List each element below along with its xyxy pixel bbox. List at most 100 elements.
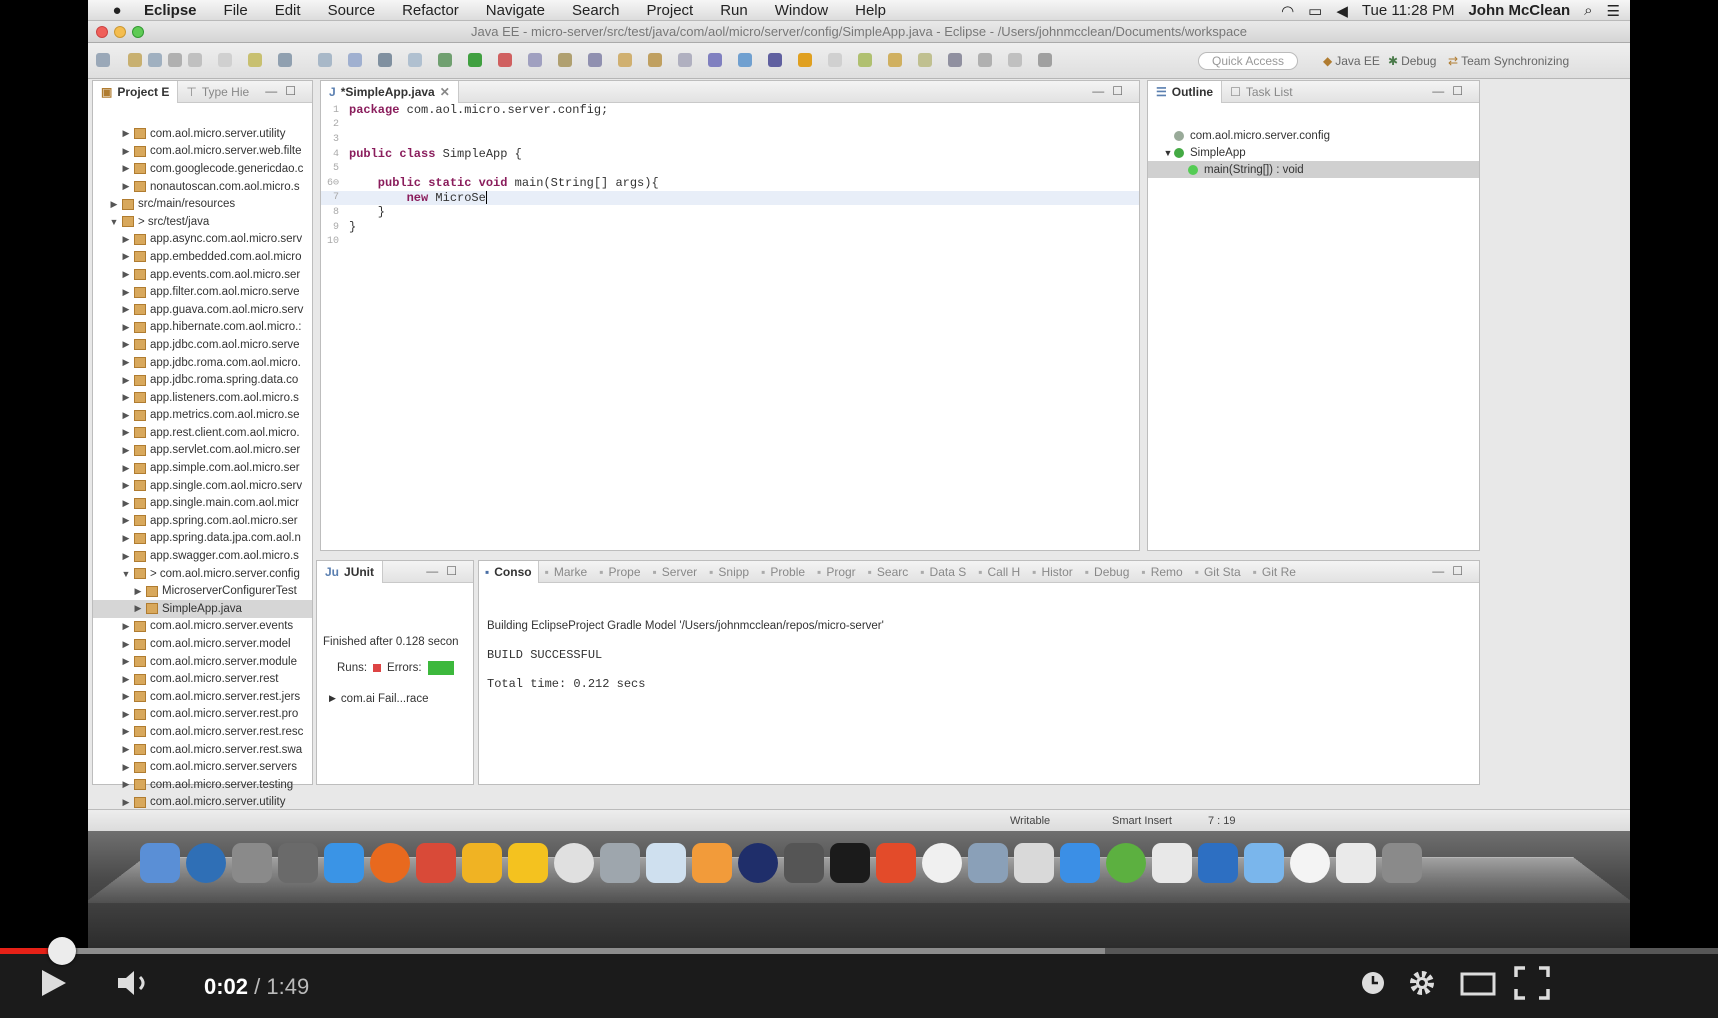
dock-app-icon[interactable]	[232, 843, 272, 883]
code-line[interactable]: 10	[321, 234, 1139, 249]
toolbar-button-icon[interactable]	[218, 53, 232, 67]
expand-arrow-icon[interactable]: ▶	[121, 779, 131, 790]
dock-app-icon[interactable]	[1244, 843, 1284, 883]
tab-view[interactable]: ▪ Call H	[972, 561, 1026, 583]
theater-mode-icon[interactable]	[1460, 972, 1496, 996]
menu-window[interactable]: Window	[775, 2, 828, 19]
dock-app-icon[interactable]	[1152, 843, 1192, 883]
tab-view[interactable]: ▪ Snipp	[703, 561, 755, 583]
tab-junit[interactable]: Ju JUnit	[317, 560, 384, 583]
expand-arrow-icon[interactable]: ▶	[121, 709, 131, 720]
dock-app-icon[interactable]	[1336, 843, 1376, 883]
toolbar-button-icon[interactable]	[828, 53, 842, 67]
watch-later-icon[interactable]	[1360, 970, 1386, 996]
outline-item[interactable]: ▼ SimpleApp	[1148, 144, 1479, 161]
tree-item[interactable]: ▶ app.rest.client.com.aol.micro.	[93, 424, 312, 442]
expand-arrow-icon[interactable]: ▶	[121, 674, 131, 685]
expand-arrow-icon[interactable]: ▶	[121, 726, 131, 737]
minimize-maximize-icon[interactable]: —☐	[1432, 564, 1471, 578]
expand-arrow-icon[interactable]: ▶	[329, 693, 336, 705]
dock-app-icon[interactable]	[140, 843, 180, 883]
tab-view[interactable]: ▪ Conso	[479, 560, 539, 583]
toolbar-button-icon[interactable]	[708, 53, 722, 67]
dock-app-icon[interactable]	[876, 843, 916, 883]
dock-app-icon[interactable]	[508, 843, 548, 883]
toolbar-button-icon[interactable]	[918, 53, 932, 67]
tree-item[interactable]: ▶ app.servlet.com.aol.micro.ser	[93, 442, 312, 460]
perspective-java-ee[interactable]: ◆ Java EE	[1323, 54, 1380, 68]
expand-arrow-icon[interactable]: ▶	[121, 251, 131, 262]
tab-view[interactable]: ▪ Git Sta	[1189, 561, 1247, 583]
expand-arrow-icon[interactable]: ▶	[109, 199, 119, 210]
tab-view[interactable]: ▪ Git Re	[1247, 561, 1302, 583]
tab-type-hierarchy[interactable]: ⊤ Type Hie	[178, 81, 257, 103]
menu-run[interactable]: Run	[720, 2, 748, 19]
expand-arrow-icon[interactable]: ▶	[121, 463, 131, 474]
scrubber-handle[interactable]	[47, 937, 76, 965]
expand-arrow-icon[interactable]: ▶	[121, 128, 131, 139]
dock-app-icon[interactable]	[1382, 843, 1422, 883]
dock-app-icon[interactable]	[738, 843, 778, 883]
toolbar-button-icon[interactable]	[168, 53, 182, 67]
tree-item[interactable]: ▶ app.single.main.com.aol.micr	[93, 494, 312, 512]
menu-navigate[interactable]: Navigate	[486, 2, 545, 19]
notification-center-icon[interactable]: ☰	[1607, 2, 1620, 20]
expand-arrow-icon[interactable]: ▶	[121, 287, 131, 298]
tree-item[interactable]: ▶ com.aol.micro.server.servers	[93, 758, 312, 776]
expand-arrow-icon[interactable]: ▶	[121, 533, 131, 544]
expand-arrow-icon[interactable]: ▶	[121, 357, 131, 368]
tree-item[interactable]: ▶ com.aol.micro.server.web.filte	[93, 143, 312, 161]
code-line[interactable]: 5	[321, 161, 1139, 176]
tree-item[interactable]: ▶ app.single.com.aol.micro.serv	[93, 477, 312, 495]
toolbar-button-icon[interactable]	[648, 53, 662, 67]
spotlight-icon[interactable]: ⌕	[1584, 2, 1592, 19]
expand-arrow-icon[interactable]: ▶	[121, 410, 131, 421]
expand-arrow-icon[interactable]: ▶	[121, 480, 131, 491]
dock-app-icon[interactable]	[1014, 843, 1054, 883]
expand-arrow-icon[interactable]: ▶	[121, 498, 131, 509]
tree-item[interactable]: ▶ app.filter.com.aol.micro.serve	[93, 283, 312, 301]
dock-app-icon[interactable]	[278, 843, 318, 883]
dock-app-icon[interactable]	[186, 843, 226, 883]
toolbar-button-icon[interactable]	[468, 53, 482, 67]
menu-source[interactable]: Source	[328, 2, 376, 19]
toolbar-button-icon[interactable]	[978, 53, 992, 67]
expand-arrow-icon[interactable]: ▶	[121, 762, 131, 773]
menu-help[interactable]: Help	[855, 2, 886, 19]
code-line[interactable]: 4 public class SimpleApp {	[321, 147, 1139, 162]
tab-view[interactable]: ▪ Server	[647, 561, 704, 583]
dock-app-icon[interactable]	[922, 843, 962, 883]
expand-arrow-icon[interactable]: ▶	[121, 744, 131, 755]
code-line[interactable]: 3	[321, 132, 1139, 147]
tree-item[interactable]: ▶ app.async.com.aol.micro.serv	[93, 231, 312, 249]
toolbar-button-icon[interactable]	[888, 53, 902, 67]
tab-view[interactable]: ▪ Debug	[1079, 561, 1136, 583]
toolbar-button-icon[interactable]	[528, 53, 542, 67]
expand-arrow-icon[interactable]: ▶	[121, 797, 131, 808]
tree-item[interactable]: ▶ app.events.com.aol.micro.ser	[93, 266, 312, 284]
toolbar-button-icon[interactable]	[438, 53, 452, 67]
dock-app-icon[interactable]	[416, 843, 456, 883]
expand-arrow-icon[interactable]: ▶	[121, 234, 131, 245]
minimize-maximize-icon[interactable]: —☐	[265, 84, 304, 98]
toolbar-button-icon[interactable]	[618, 53, 632, 67]
expand-arrow-icon[interactable]: ▼	[121, 569, 131, 579]
toolbar-button-icon[interactable]	[1038, 53, 1052, 67]
tree-item[interactable]: ▶ src/main/resources	[93, 195, 312, 213]
volume-icon[interactable]: ◀	[1336, 2, 1348, 20]
tab-outline[interactable]: ☰ Outline	[1148, 80, 1223, 103]
toolbar-button-icon[interactable]	[1008, 53, 1022, 67]
tab-view[interactable]: ▪ Progr	[811, 561, 862, 583]
code-line[interactable]: 9}	[321, 220, 1139, 235]
expand-arrow-icon[interactable]: ▶	[121, 515, 131, 526]
toolbar-button-icon[interactable]	[768, 53, 782, 67]
toolbar-button-icon[interactable]	[858, 53, 872, 67]
tree-item[interactable]: ▶ app.embedded.com.aol.micro	[93, 248, 312, 266]
dock-app-icon[interactable]	[1290, 843, 1330, 883]
menubar-user[interactable]: John McClean	[1468, 2, 1570, 19]
expand-arrow-icon[interactable]: ▶	[121, 639, 131, 650]
expand-arrow-icon[interactable]: ▶	[121, 427, 131, 438]
traffic-lights[interactable]	[96, 26, 144, 38]
wifi-icon[interactable]: ◠	[1281, 2, 1294, 20]
dock-app-icon[interactable]	[324, 843, 364, 883]
